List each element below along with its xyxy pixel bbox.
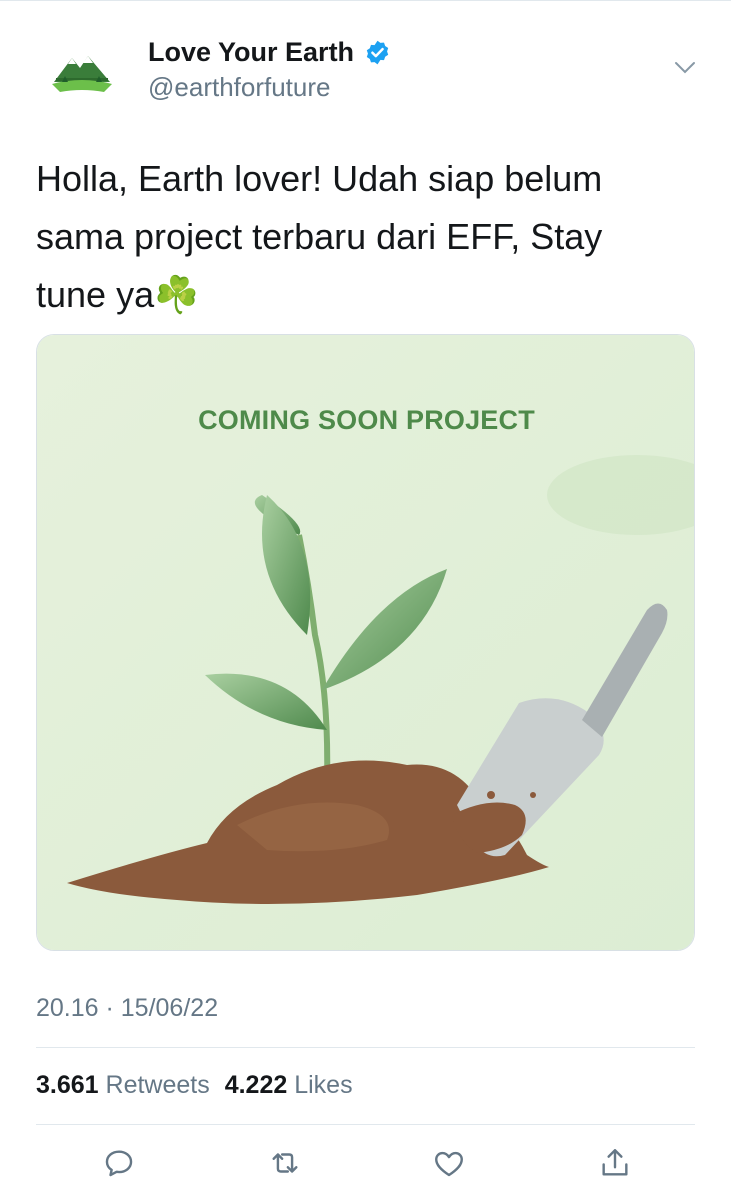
likes-label[interactable]: Likes	[294, 1071, 352, 1099]
reply-button[interactable]	[102, 1146, 136, 1180]
reply-icon	[105, 1150, 133, 1177]
avatar[interactable]	[44, 38, 120, 114]
like-icon	[435, 1151, 463, 1177]
tweet-media[interactable]: COMING SOON PROJECT	[36, 334, 695, 951]
mountain-logo-icon	[52, 56, 112, 92]
retweets-label[interactable]: Retweets	[106, 1071, 210, 1099]
retweets-count[interactable]: 3.661	[36, 1071, 99, 1099]
divider	[36, 1124, 695, 1125]
user-handle[interactable]: @earthforfuture	[148, 72, 330, 102]
tweet-stats: 3.661 Retweets 4.222 Likes	[36, 1071, 361, 1100]
display-name[interactable]: Love Your Earth	[148, 36, 354, 68]
likes-count[interactable]: 4.222	[225, 1071, 288, 1099]
tweet-timestamp[interactable]: 20.16 · 15/06/22	[36, 994, 218, 1023]
like-button[interactable]	[432, 1146, 466, 1180]
tweet-text: Holla, Earth lover! Udah siap belum sama…	[36, 158, 603, 315]
media-title: COMING SOON PROJECT	[198, 405, 535, 435]
share-icon	[602, 1149, 628, 1176]
retweet-icon	[272, 1153, 298, 1173]
top-divider	[0, 0, 731, 1]
verified-badge-icon	[366, 40, 389, 65]
share-button[interactable]	[598, 1146, 632, 1180]
divider	[36, 1047, 695, 1048]
retweet-button[interactable]	[268, 1146, 302, 1180]
chevron-down-icon[interactable]	[672, 58, 698, 78]
